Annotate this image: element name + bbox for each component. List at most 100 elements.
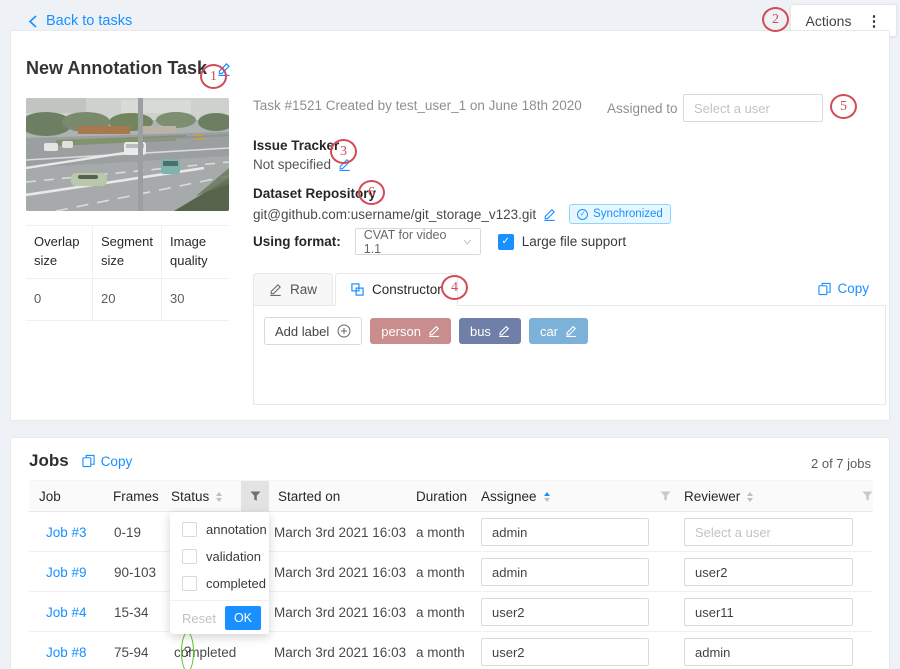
job-link[interactable]: Job #4 bbox=[46, 592, 87, 632]
tab-constructor[interactable]: Constructor bbox=[335, 273, 458, 306]
filter-ok-button[interactable]: OK bbox=[225, 606, 261, 630]
jobs-copy-button[interactable]: Copy bbox=[82, 454, 133, 469]
param-value: 0 bbox=[26, 279, 93, 321]
filter-footer: Reset OK bbox=[170, 600, 269, 635]
tab-raw[interactable]: Raw bbox=[253, 273, 333, 306]
assigned-to-input[interactable] bbox=[683, 94, 823, 122]
large-file-checkbox[interactable]: ✓ bbox=[498, 234, 514, 250]
assignee-sorter[interactable] bbox=[544, 492, 550, 502]
chevron-left-icon bbox=[28, 15, 37, 28]
task-meta-text: Task #1521 Created by test_user_1 on Jun… bbox=[253, 98, 582, 113]
label-chip-bus[interactable]: bus bbox=[459, 318, 521, 344]
job-link[interactable]: Job #3 bbox=[46, 512, 87, 552]
task-title: New Annotation Task bbox=[26, 58, 207, 79]
edit-label-icon[interactable] bbox=[565, 325, 577, 337]
large-file-label: Large file support bbox=[522, 234, 626, 249]
job-row: Job #4 15-34 March 3rd 2021 16:03 a mont… bbox=[29, 592, 873, 632]
reviewer-filter-icon[interactable] bbox=[853, 481, 881, 512]
reviewer-input[interactable] bbox=[684, 598, 853, 626]
jobs-header: Jobs Copy bbox=[29, 451, 132, 471]
filter-option-validation[interactable]: validation bbox=[170, 543, 269, 570]
annotation-marker-1: 1 bbox=[200, 64, 227, 89]
job-started: March 3rd 2021 16:03 bbox=[274, 592, 406, 632]
copy-label: Copy bbox=[837, 281, 869, 296]
checkbox-annotation[interactable] bbox=[182, 522, 197, 537]
job-row: Job #9 90-103 March 3rd 2021 16:03 a mon… bbox=[29, 552, 873, 592]
assignee-input[interactable] bbox=[481, 598, 649, 626]
back-to-tasks-link[interactable]: Back to tasks bbox=[28, 13, 132, 29]
column-started: Started on bbox=[278, 481, 340, 512]
status-filter-icon[interactable] bbox=[241, 481, 269, 512]
column-status-label: Status bbox=[171, 489, 209, 504]
checkbox-completed[interactable] bbox=[182, 576, 197, 591]
assigned-to-label: Assigned to bbox=[607, 101, 678, 116]
dataset-repository-url: git@github.com:username/git_storage_v123… bbox=[253, 207, 536, 222]
annotation-marker-5: 5 bbox=[830, 94, 857, 119]
reviewer-input[interactable] bbox=[684, 558, 853, 586]
dataset-repository-row: git@github.com:username/git_storage_v123… bbox=[253, 204, 671, 224]
assignee-input[interactable] bbox=[481, 518, 649, 546]
job-link[interactable]: Job #8 bbox=[46, 632, 87, 669]
using-format-row: Using format: CVAT for video 1.1 ✓ Large… bbox=[253, 228, 626, 255]
add-label-button[interactable]: Add label bbox=[264, 317, 362, 345]
task-details-card: New Annotation Task bbox=[10, 30, 890, 421]
job-frames: 0-19 bbox=[114, 512, 141, 552]
label-chip-person[interactable]: person bbox=[370, 318, 451, 344]
checkbox-validation[interactable] bbox=[182, 549, 197, 564]
filter-option-label: completed bbox=[206, 576, 266, 591]
jobs-table-header: Job Frames Status Started on Duration As… bbox=[29, 480, 873, 512]
reviewer-input[interactable] bbox=[684, 638, 853, 666]
constructor-block-icon bbox=[351, 283, 364, 296]
issue-tracker-value: Not specified bbox=[253, 157, 331, 172]
job-started: March 3rd 2021 16:03 bbox=[274, 632, 406, 669]
job-duration: a month bbox=[416, 512, 465, 552]
status-sorter[interactable] bbox=[216, 492, 222, 502]
copy-icon bbox=[82, 454, 95, 468]
reviewer-sorter[interactable] bbox=[747, 492, 753, 502]
labels-copy-button[interactable]: Copy bbox=[818, 281, 869, 296]
edit-label-icon[interactable] bbox=[428, 325, 440, 337]
reviewer-input[interactable] bbox=[684, 518, 853, 546]
labels-tabs: Raw Constructor bbox=[253, 273, 458, 306]
sync-status-badge: ✓ Synchronized bbox=[569, 204, 671, 224]
edit-repository-icon[interactable] bbox=[543, 208, 556, 221]
job-frames: 15-34 bbox=[114, 592, 149, 632]
label-chip-name: bus bbox=[470, 324, 491, 339]
label-chip-car[interactable]: car bbox=[529, 318, 588, 344]
column-frames: Frames bbox=[113, 481, 159, 512]
tab-constructor-label: Constructor bbox=[372, 282, 442, 297]
job-frames: 75-94 bbox=[114, 632, 149, 669]
param-value: 20 bbox=[93, 279, 162, 321]
filter-option-label: annotation bbox=[206, 522, 267, 537]
copy-icon bbox=[818, 282, 831, 296]
assignee-filter-icon[interactable] bbox=[651, 481, 679, 512]
job-duration: a month bbox=[416, 632, 465, 669]
job-duration: a month bbox=[416, 592, 465, 632]
filter-option-completed[interactable]: completed bbox=[170, 570, 269, 597]
kebab-menu-icon: ⋮ bbox=[866, 12, 881, 30]
param-header: Segment size bbox=[93, 226, 162, 279]
question-circle-icon: ? bbox=[181, 632, 194, 669]
format-select[interactable]: CVAT for video 1.1 bbox=[355, 228, 481, 255]
chevron-down-icon bbox=[463, 239, 472, 245]
tab-raw-label: Raw bbox=[290, 282, 317, 297]
status-filter-dropdown: annotation validation completed Reset OK bbox=[170, 512, 269, 634]
assignee-input[interactable] bbox=[481, 638, 649, 666]
add-label-text: Add label bbox=[275, 324, 329, 339]
param-header: Overlap size bbox=[26, 226, 93, 279]
column-reviewer-label: Reviewer bbox=[684, 489, 740, 504]
annotation-marker-4: 4 bbox=[441, 275, 468, 300]
using-format-label: Using format: bbox=[253, 234, 341, 249]
format-select-value: CVAT for video 1.1 bbox=[364, 228, 463, 256]
column-status: Status bbox=[171, 481, 222, 512]
job-row: Job #8 75-94 completed ? March 3rd 2021 … bbox=[29, 632, 873, 669]
filter-reset-button[interactable]: Reset bbox=[182, 611, 216, 626]
filter-option-annotation[interactable]: annotation bbox=[170, 516, 269, 543]
jobs-card: Jobs Copy 2 of 7 jobs Job Frames Status … bbox=[10, 437, 890, 669]
edit-label-icon[interactable] bbox=[498, 325, 510, 337]
sync-status-label: Synchronized bbox=[593, 208, 663, 220]
assignee-input[interactable] bbox=[481, 558, 649, 586]
param-header: Image quality bbox=[162, 226, 229, 279]
job-link[interactable]: Job #9 bbox=[46, 552, 87, 592]
back-to-tasks-label: Back to tasks bbox=[46, 13, 132, 29]
